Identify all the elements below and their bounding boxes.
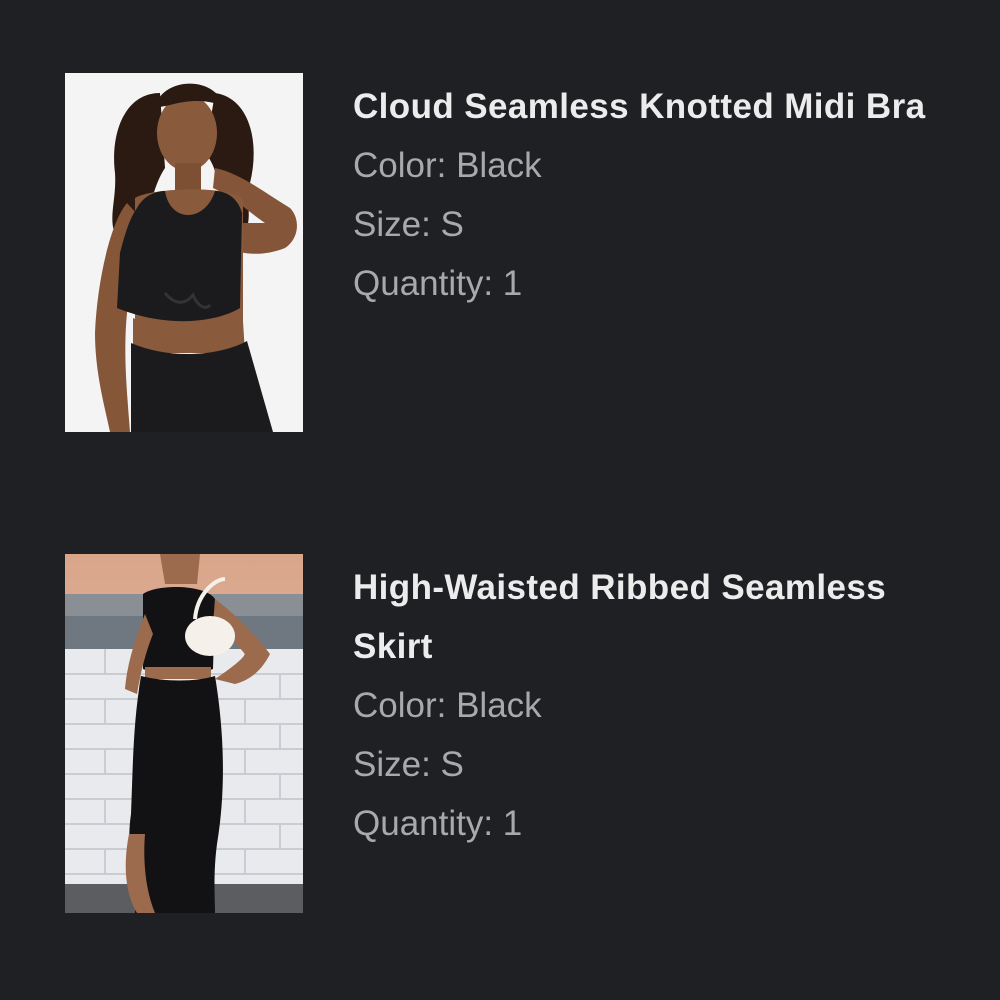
product-quantity: Quantity: 1	[353, 804, 523, 843]
product-size: Size: S	[353, 205, 464, 244]
product-color: Color: Black	[353, 146, 542, 185]
product-photo-skirt-icon	[65, 554, 303, 913]
product-title[interactable]: Cloud Seamless Knotted Midi Bra	[353, 77, 933, 136]
product-title[interactable]: High-Waisted Ribbed Seamless Skirt	[353, 558, 933, 676]
product-image[interactable]	[65, 73, 303, 432]
order-item[interactable]: High-Waisted Ribbed Seamless Skirt Color…	[65, 554, 945, 914]
item-details: High-Waisted Ribbed Seamless Skirt Color…	[353, 558, 933, 853]
product-photo-top-icon	[65, 73, 303, 432]
order-item[interactable]: Cloud Seamless Knotted Midi Bra Color: B…	[65, 73, 945, 433]
order-items-screen: Cloud Seamless Knotted Midi Bra Color: B…	[0, 0, 1000, 1000]
product-color: Color: Black	[353, 686, 542, 725]
product-quantity: Quantity: 1	[353, 264, 523, 303]
product-size: Size: S	[353, 745, 464, 784]
item-details: Cloud Seamless Knotted Midi Bra Color: B…	[353, 77, 933, 313]
product-image[interactable]	[65, 554, 303, 913]
